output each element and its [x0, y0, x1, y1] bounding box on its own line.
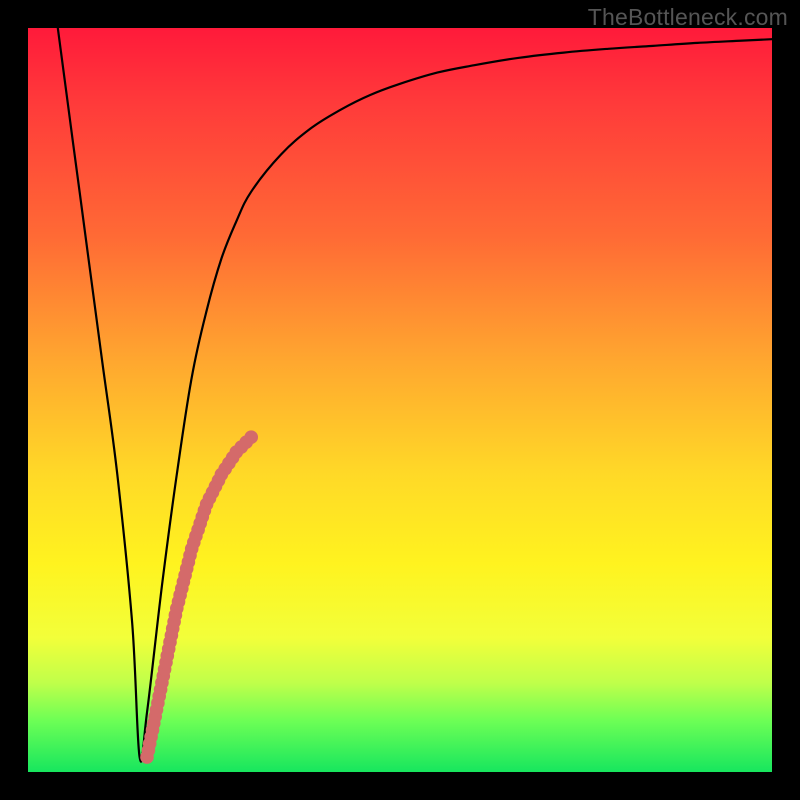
highlight-dots: [140, 430, 258, 763]
plot-overlay: [28, 28, 772, 772]
watermark-label: TheBottleneck.com: [588, 4, 788, 31]
chart-frame: TheBottleneck.com: [0, 0, 800, 800]
highlight-dot: [244, 430, 258, 444]
